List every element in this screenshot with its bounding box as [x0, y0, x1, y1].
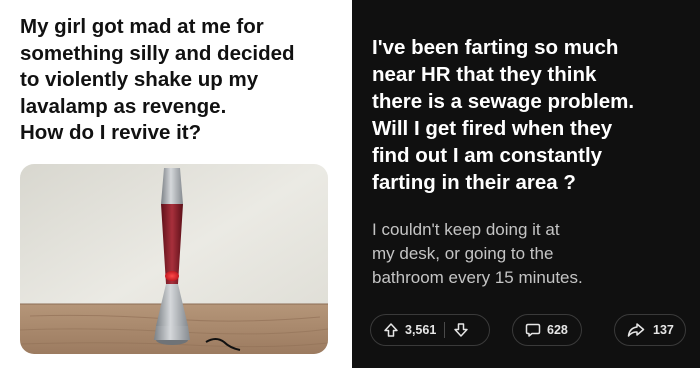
- vote-divider: [444, 322, 446, 338]
- downvote-button[interactable]: [453, 322, 469, 338]
- right-post-card: I've been farting so much near HR that t…: [352, 0, 700, 368]
- upvote-button[interactable]: [383, 322, 399, 338]
- right-post-body: I couldn't keep doing it at my desk, or …: [372, 220, 583, 287]
- share-count: 137: [653, 323, 674, 337]
- comment-count: 628: [547, 323, 568, 337]
- share-arrow-icon: [627, 323, 645, 337]
- speech-bubble-icon: [525, 323, 541, 337]
- arrow-down-icon: [454, 323, 469, 337]
- vote-pill: 3,561: [370, 314, 490, 346]
- comments-button[interactable]: 628: [512, 314, 582, 346]
- vote-count: 3,561: [405, 323, 437, 337]
- left-post-title: My girl got mad at me for something sill…: [20, 15, 295, 144]
- meme-collage: My girl got mad at me for something sill…: [0, 0, 700, 368]
- right-post-title: I've been farting so much near HR that t…: [372, 36, 635, 194]
- arrow-up-icon: [384, 323, 398, 337]
- left-post-card: My girl got mad at me for something sill…: [0, 0, 352, 368]
- share-button[interactable]: 137: [614, 314, 686, 346]
- lava-lamp-photo: [20, 164, 328, 354]
